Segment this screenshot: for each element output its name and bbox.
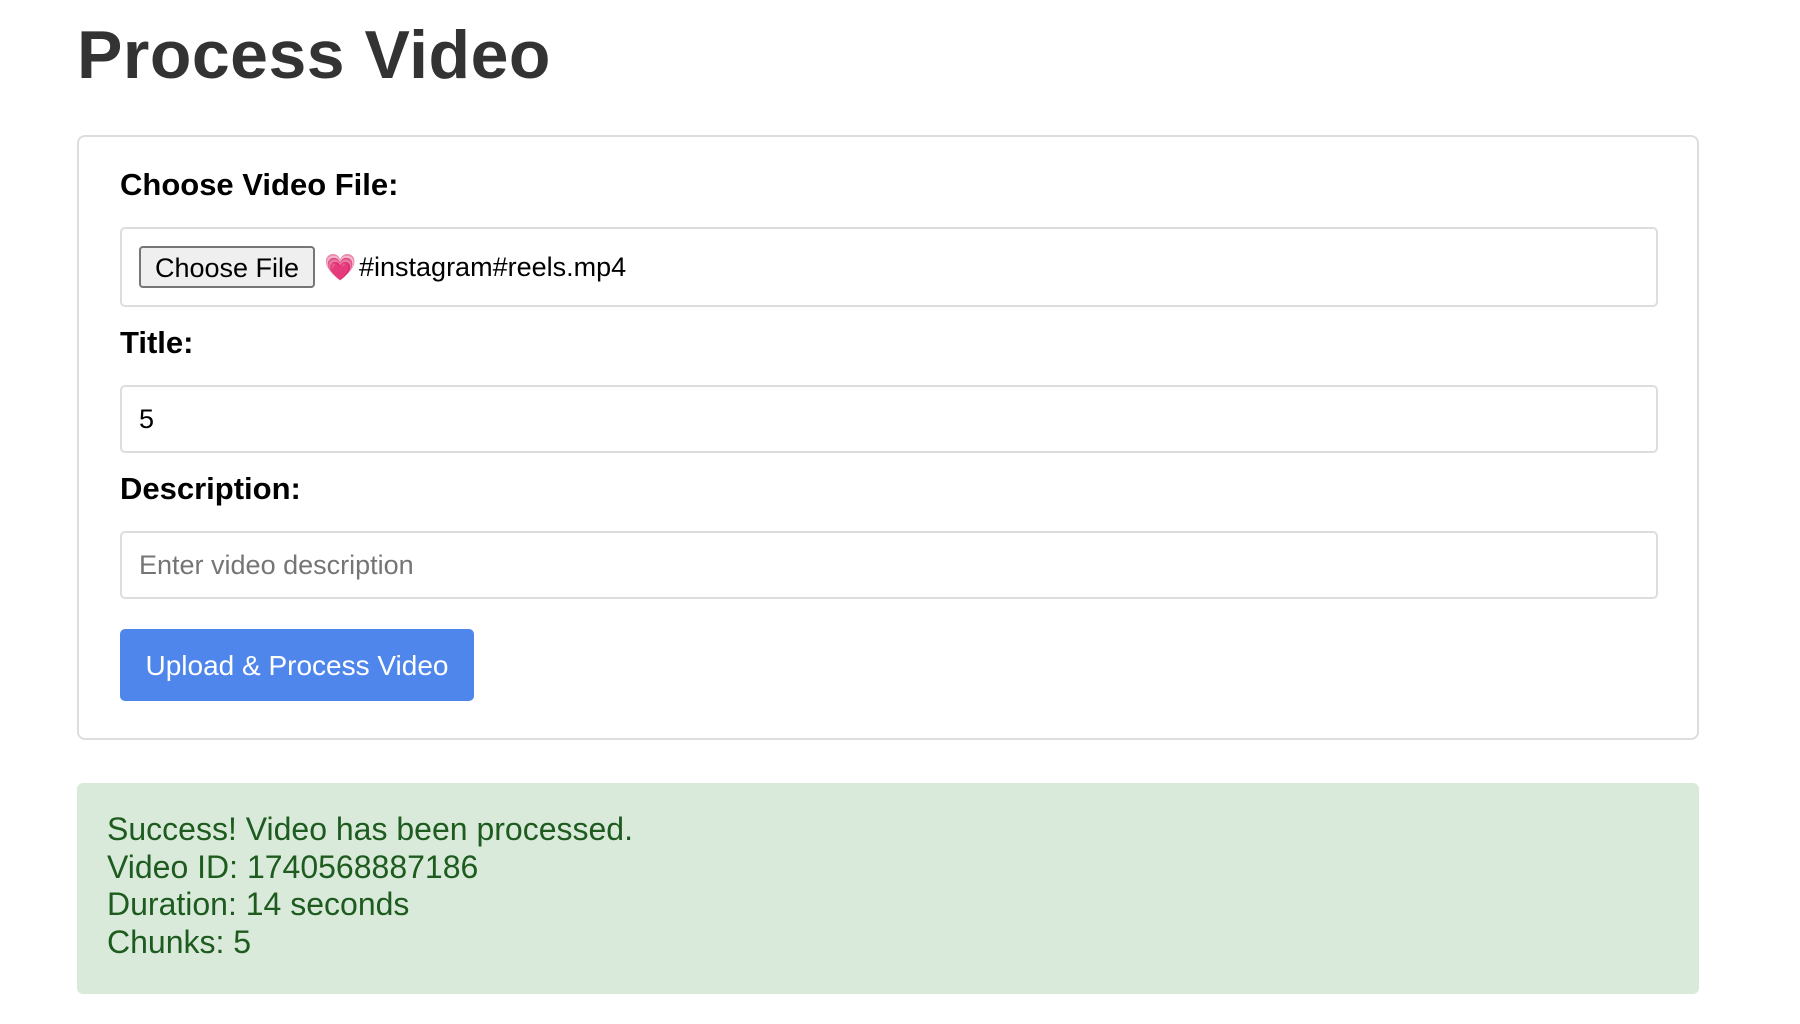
title-input[interactable] <box>122 387 1656 451</box>
success-message: Success! Video has been processed. Video… <box>77 783 1699 994</box>
file-input-field[interactable]: Choose File 💗 #instagram#reels.mp4 <box>120 227 1658 307</box>
description-field-wrapper <box>120 531 1658 599</box>
success-line: Success! Video has been processed. <box>107 811 633 847</box>
title-field-wrapper <box>120 385 1658 453</box>
heart-icon: 💗 <box>324 252 357 282</box>
upload-process-button[interactable]: Upload & Process Video <box>120 629 474 701</box>
description-label: Description: <box>120 471 301 506</box>
choose-file-button[interactable]: Choose File <box>139 246 315 288</box>
selected-file-name: #instagram#reels.mp4 <box>359 252 627 282</box>
description-input[interactable] <box>122 533 1656 597</box>
video-id-line: Video ID: 1740568887186 <box>107 848 479 885</box>
title-label: Title: <box>120 325 194 360</box>
duration-line: Duration: 14 seconds <box>107 886 410 922</box>
page-title: Process Video <box>77 17 551 93</box>
file-label: Choose Video File: <box>120 167 399 202</box>
upload-form: Choose Video File: Choose File 💗 #instag… <box>77 135 1699 740</box>
chunks-line: Chunks: 5 <box>107 923 252 960</box>
